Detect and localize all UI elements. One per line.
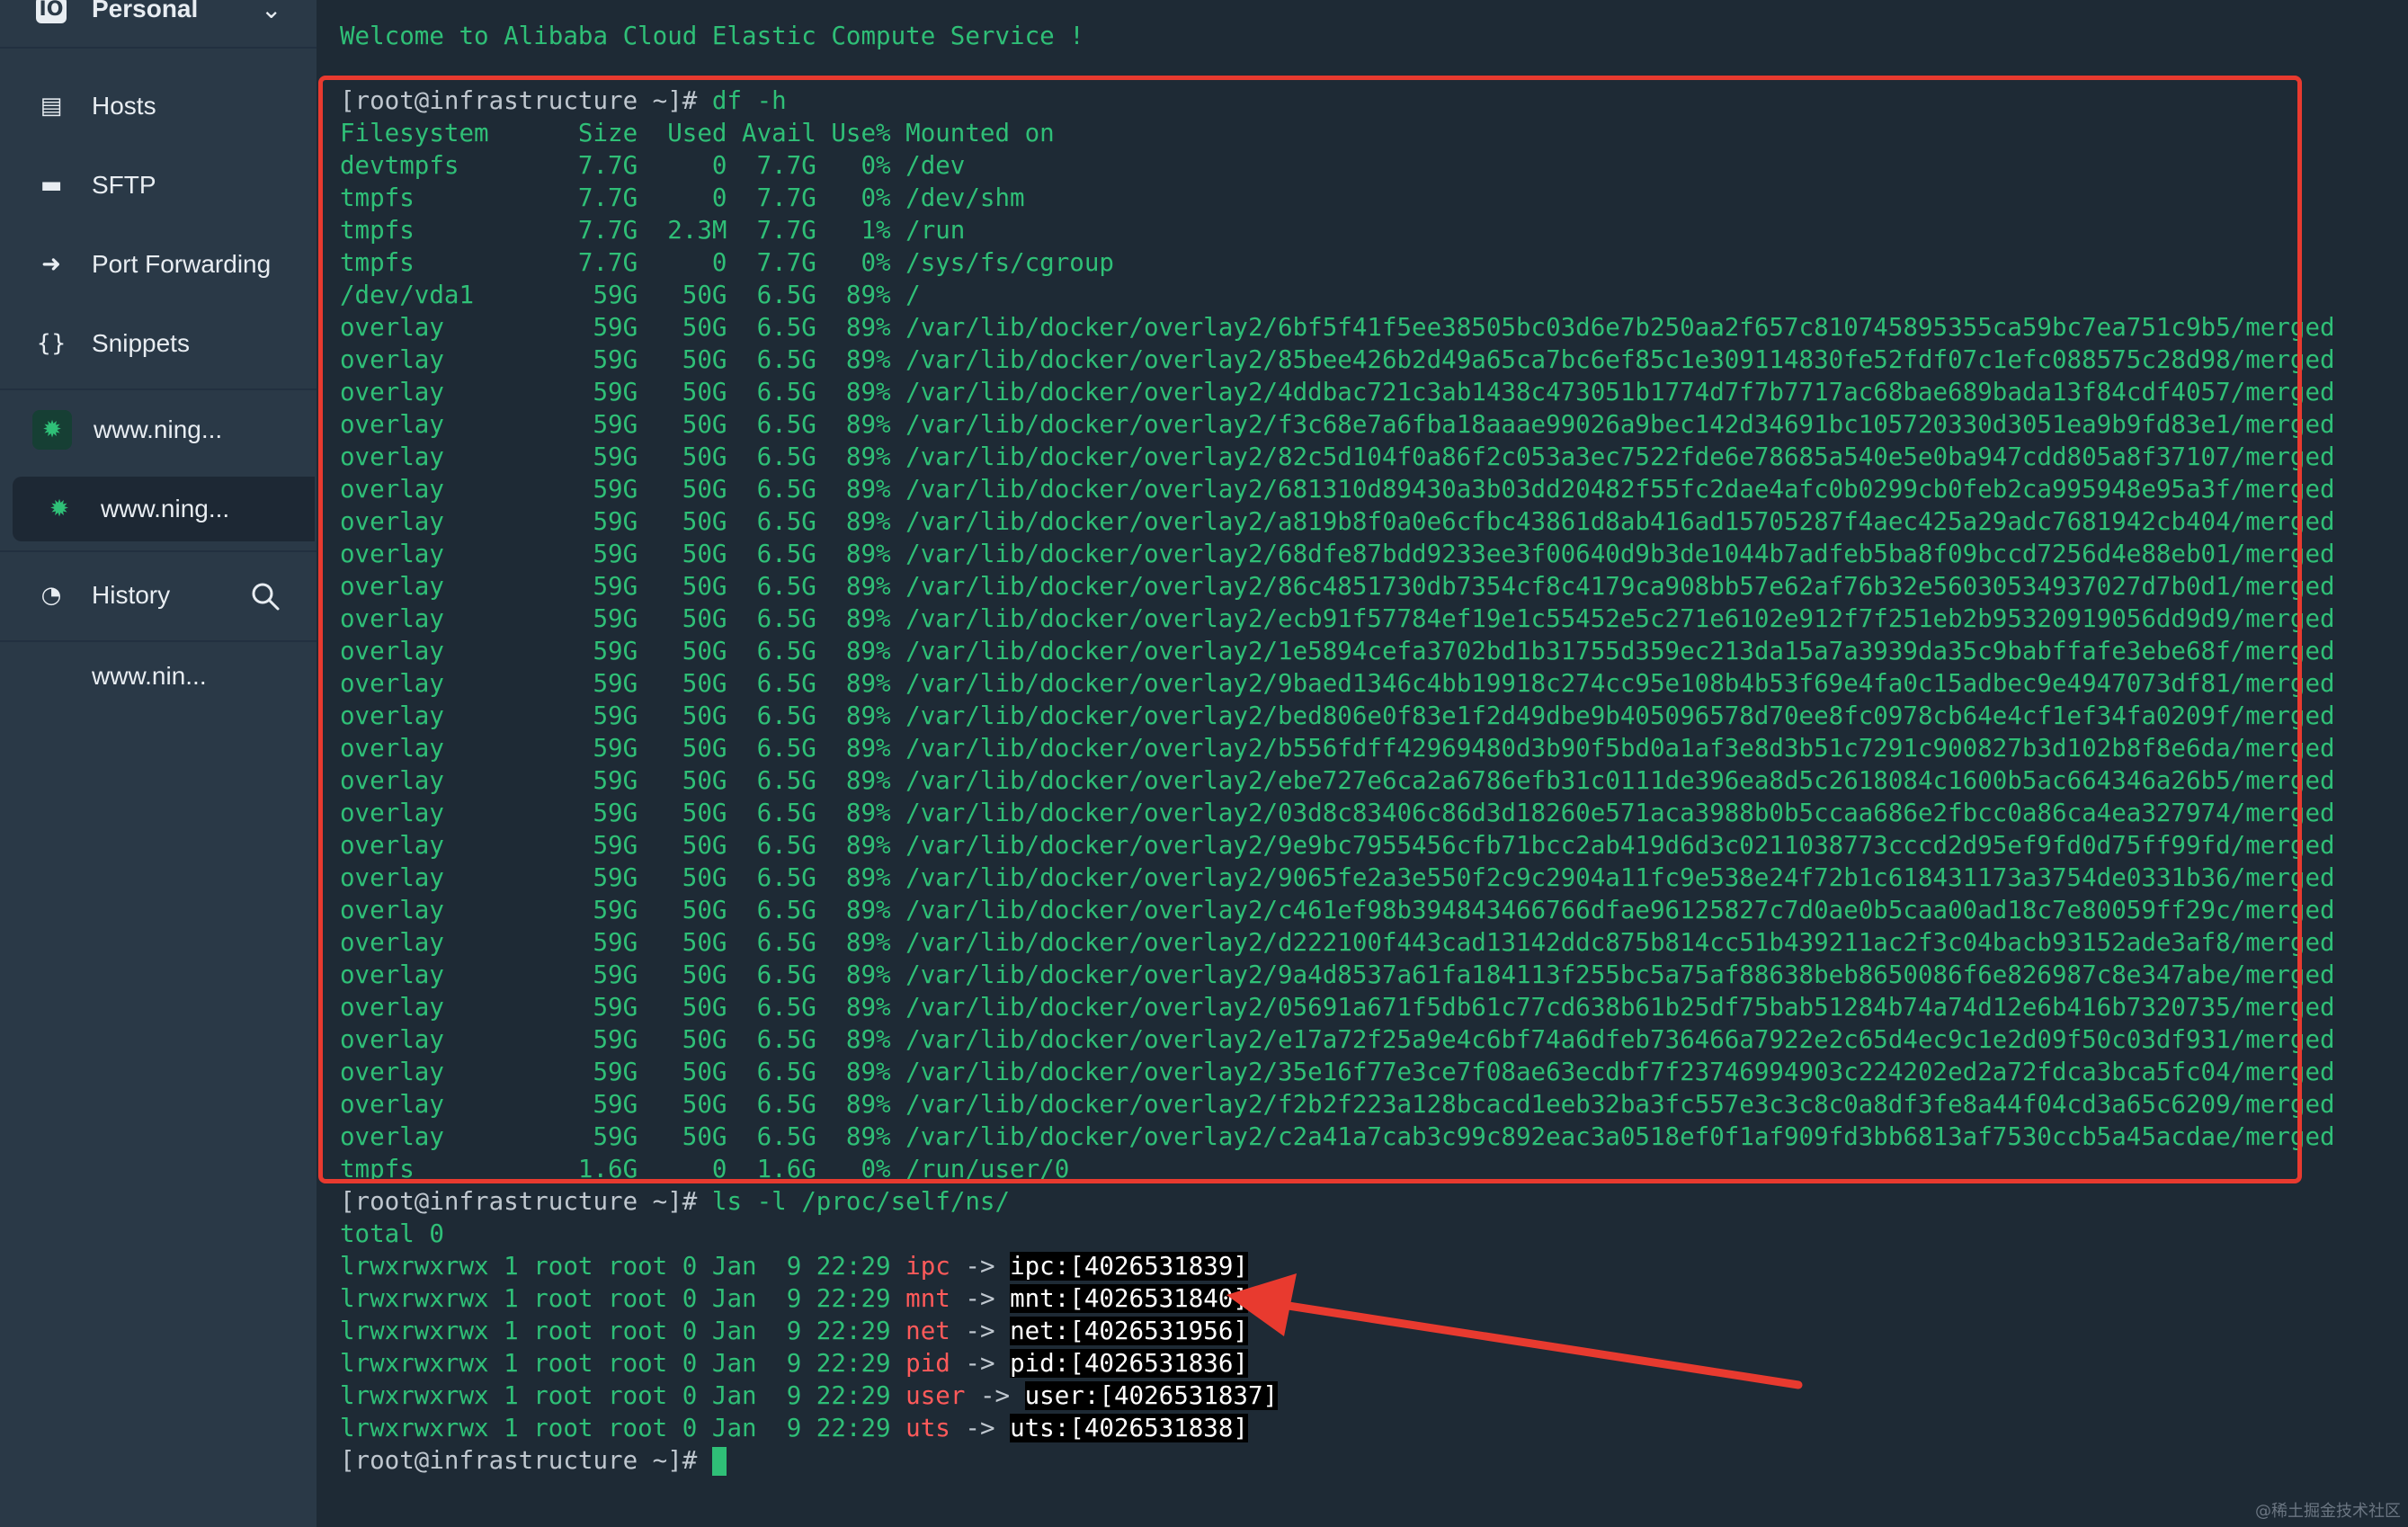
ns-perm: lrwxrwxrwx 1 root root 0 Jan 9 22:29 xyxy=(340,1349,906,1378)
sidebar-item-label: Port Forwarding xyxy=(92,250,272,278)
ns-perm: lrwxrwxrwx 1 root root 0 Jan 9 22:29 xyxy=(340,1317,906,1345)
history-entry[interactable]: www.nin... xyxy=(0,644,317,709)
search-icon[interactable] xyxy=(250,581,281,612)
sidebar: IO Personal ⌄ ▤ Hosts ▬ SFTP ➜ Port Forw… xyxy=(0,0,317,1527)
annotation-arrow xyxy=(1226,1273,1803,1389)
sidebar-item-label: SFTP xyxy=(92,171,156,199)
ns-row: lrwxrwxrwx 1 root root 0 Jan 9 22:29 mnt… xyxy=(340,1282,1248,1315)
sidebar-item-label: Snippets xyxy=(92,329,190,357)
prompt: [root@infrastructure ~]# xyxy=(340,1446,698,1475)
sidebar-item-label: History xyxy=(92,581,171,609)
highlight-box xyxy=(318,76,2302,1183)
ls-total: total 0 xyxy=(340,1219,444,1248)
ns-row: lrwxrwxrwx 1 root root 0 Jan 9 22:29 net… xyxy=(340,1315,1248,1347)
ns-perm: lrwxrwxrwx 1 root root 0 Jan 9 22:29 xyxy=(340,1381,906,1410)
host-tab[interactable]: ✹ www.ning... xyxy=(0,397,317,462)
sidebar-item-port-forwarding[interactable]: ➜ Port Forwarding xyxy=(0,232,317,297)
ns-name: user xyxy=(905,1381,966,1410)
workspace-logo-icon: IO xyxy=(36,0,67,23)
folder-icon: ▬ xyxy=(40,172,63,199)
ns-perm: lrwxrwxrwx 1 root root 0 Jan 9 22:29 xyxy=(340,1252,906,1281)
sidebar-item-history[interactable]: ◔ History xyxy=(0,563,317,628)
ns-name: mnt xyxy=(905,1284,950,1313)
ns-perm: lrwxrwxrwx 1 root root 0 Jan 9 22:29 xyxy=(340,1414,906,1442)
ns-name: ipc xyxy=(905,1252,950,1281)
sidebar-item-sftp[interactable]: ▬ SFTP xyxy=(0,153,317,218)
prompt-line: [root@infrastructure ~]# ls -l /proc/sel… xyxy=(340,1185,1010,1218)
ns-arrow: -> xyxy=(950,1252,1011,1281)
prompt-line: [root@infrastructure ~]# xyxy=(340,1444,727,1477)
chevron-down-icon[interactable]: ⌄ xyxy=(261,0,281,24)
ns-target: pid:[4026531836] xyxy=(1010,1349,1248,1378)
ns-arrow: -> xyxy=(950,1414,1011,1442)
sidebar-item-label: Hosts xyxy=(92,92,156,120)
command: ls -l /proc/self/ns/ xyxy=(697,1187,1011,1216)
ns-target: mnt:[4026531840] xyxy=(1010,1284,1248,1313)
history-entry-label: www.nin... xyxy=(92,662,207,690)
ns-arrow: -> xyxy=(950,1349,1011,1378)
workspace-name: Personal xyxy=(92,0,199,22)
hosts-icon: ▤ xyxy=(40,93,63,120)
ns-arrow: -> xyxy=(965,1381,1025,1410)
divider xyxy=(0,550,317,552)
ns-row: lrwxrwxrwx 1 root root 0 Jan 9 22:29 ipc… xyxy=(340,1250,1248,1282)
ns-row: lrwxrwxrwx 1 root root 0 Jan 9 22:29 use… xyxy=(340,1380,1279,1412)
host-gear-icon: ✹ xyxy=(49,496,69,522)
watermark: @稀土掘金技术社区 xyxy=(2255,1502,2401,1521)
divider xyxy=(0,640,317,642)
ns-target: net:[4026531956] xyxy=(1010,1317,1248,1345)
ns-target: ipc:[4026531839] xyxy=(1010,1252,1248,1281)
divider xyxy=(0,388,317,390)
ns-row: lrwxrwxrwx 1 root root 0 Jan 9 22:29 pid… xyxy=(340,1347,1248,1380)
welcome-message: Welcome to Alibaba Cloud Elastic Compute… xyxy=(340,22,1084,50)
ns-arrow: -> xyxy=(950,1317,1011,1345)
ns-target: uts:[4026531838] xyxy=(1010,1414,1248,1442)
ns-perm: lrwxrwxrwx 1 root root 0 Jan 9 22:29 xyxy=(340,1284,906,1313)
host-tab-active[interactable]: ✹ www.ning... xyxy=(13,477,315,541)
prompt: [root@infrastructure ~]# xyxy=(340,1187,698,1216)
ns-arrow: -> xyxy=(950,1284,1011,1313)
host-label: www.ning... xyxy=(101,495,230,522)
ns-name: net xyxy=(905,1317,950,1345)
sidebar-item-hosts[interactable]: ▤ Hosts xyxy=(0,74,317,138)
port-forward-icon: ➜ xyxy=(41,251,61,278)
clock-icon: ◔ xyxy=(40,582,62,609)
workspace-switcher[interactable]: IO Personal ⌄ xyxy=(0,0,317,49)
cursor xyxy=(711,1447,727,1476)
braces-icon: {} xyxy=(36,330,67,357)
ns-row: lrwxrwxrwx 1 root root 0 Jan 9 22:29 uts… xyxy=(340,1412,1248,1444)
host-label: www.ning... xyxy=(94,415,223,443)
ns-name: pid xyxy=(905,1349,950,1378)
ns-name: uts xyxy=(905,1414,950,1442)
host-gear-icon: ✹ xyxy=(32,410,72,450)
sidebar-item-snippets[interactable]: {} Snippets xyxy=(0,311,317,376)
